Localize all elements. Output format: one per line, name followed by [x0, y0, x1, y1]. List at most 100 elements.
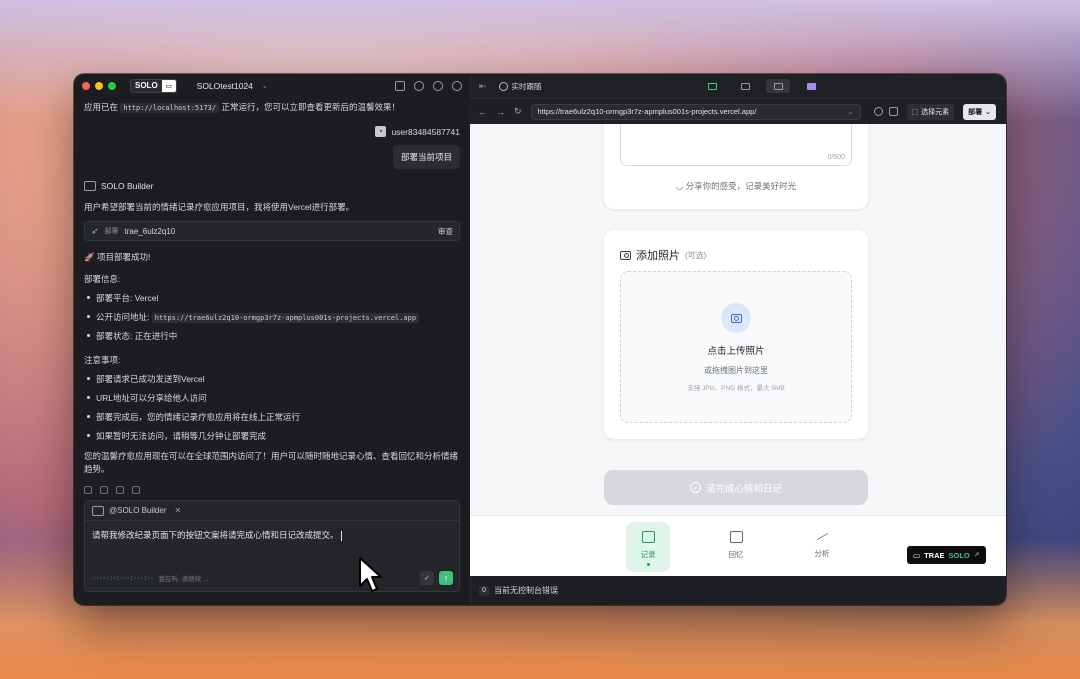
app-bottom-nav: 记录 回忆 分析 ▭ TRAE SOLO ↗	[470, 515, 1006, 576]
voice-waveform: ·····:·:···:···:··	[92, 574, 154, 582]
window-controls	[82, 82, 116, 90]
project-selector[interactable]: SOLOtest1024	[197, 81, 253, 91]
upload-camera-icon	[721, 303, 751, 333]
editor-view-tab[interactable]	[733, 79, 757, 93]
composer-input[interactable]: 请帮我修改纪录页面下的按钮文案将请完成心情和日记改成提交。	[85, 521, 459, 549]
compass-icon[interactable]	[873, 107, 883, 116]
title-bar: SOLO ▭ SOLOtest1024 ⌄	[74, 74, 470, 98]
list-item: 部署请求已成功发送到Vercel	[84, 373, 460, 385]
cursor-icon: ⬚	[911, 108, 919, 116]
browser-panel: ⇤ 实时跟随 ← → ↻ https://trae6ulz2q10-ormgp3…	[470, 74, 1006, 605]
retry-icon[interactable]	[100, 486, 108, 494]
system-text-suffix: 正常运行，您可以立即查看更新后的温馨效果！	[221, 102, 400, 112]
minimize-window-button[interactable]	[95, 82, 103, 90]
send-button[interactable]: ↑	[439, 571, 453, 585]
trae-solo-badge[interactable]: ▭ TRAE SOLO ↗	[907, 546, 986, 564]
forward-icon[interactable]: →	[496, 107, 505, 117]
browser-tools	[873, 107, 898, 116]
diary-card: 0/500 ◡ 分享你的感受，记录美好时光	[604, 124, 868, 209]
builder-avatar-icon	[84, 181, 96, 191]
list-item: 部署状态: 正在进行中	[84, 330, 460, 342]
nav-analysis-label: 分析	[814, 549, 830, 558]
photo-dropzone[interactable]: 点击上传照片 或拖拽图片到这里 支持 JPG、PNG 格式，最大 5MB	[620, 271, 852, 423]
browser-nav-bar: ← → ↻ https://trae6ulz2q10-ormgp3r7z-apm…	[470, 98, 1006, 124]
back-icon[interactable]: ←	[478, 107, 487, 117]
list-item: 部署完成后，您的情绪记录疗愈应用将在线上正常运行	[84, 411, 460, 423]
nav-analysis[interactable]: 分析	[800, 522, 844, 572]
account-icon[interactable]	[452, 81, 462, 91]
agent-mention[interactable]: @SOLO Builder	[109, 506, 166, 515]
char-counter: 0/500	[827, 154, 845, 161]
new-chat-icon[interactable]	[395, 81, 405, 91]
nav-memory-label: 回忆	[728, 550, 744, 559]
closing-message: 您的温馨疗愈应用现在可以在全球范围内访问了！用户可以随时随地记录心情、查看回忆和…	[84, 451, 459, 474]
nav-record-label: 记录	[640, 550, 656, 559]
deploy-label: 部署	[968, 108, 983, 116]
share-hint: ◡ 分享你的感受，记录美好时光	[604, 180, 868, 192]
success-line: 🚀 项目部署成功!	[84, 252, 151, 262]
user-name: user83484587741	[391, 126, 460, 137]
upload-hint: 支持 JPG、PNG 格式，最大 5MB	[687, 385, 785, 392]
select-element-label: 选择元素	[921, 108, 950, 116]
message-composer[interactable]: @SOLO Builder ✕ 请帮我修改纪录页面下的按钮文案将请完成心情和日记…	[84, 500, 460, 592]
deploy-button[interactable]: 部署 ⌄	[963, 103, 997, 120]
user-avatar-icon: ▪	[375, 126, 387, 137]
tools-icon[interactable]: ✕	[174, 506, 181, 515]
submit-button[interactable]: ✓ 请完成心情和日记	[604, 470, 868, 505]
thumbs-up-icon[interactable]	[116, 486, 124, 494]
terminal-view-tab[interactable]	[700, 79, 724, 93]
check-circle-icon: ✓	[689, 482, 701, 493]
public-url[interactable]: https://trae6ulz2q10-ormgp3r7z-apmplus00…	[151, 313, 420, 323]
rocket-icon: ➶	[91, 225, 99, 236]
reload-icon[interactable]: ↻	[514, 106, 522, 117]
chevron-down-icon[interactable]: ⌄	[848, 108, 854, 116]
message-actions	[84, 486, 460, 494]
collapse-panel-icon[interactable]: ⇤	[479, 81, 487, 92]
docs-view-tab[interactable]	[799, 79, 823, 93]
solo-label: SOLO	[131, 80, 162, 92]
thumbs-down-icon[interactable]	[132, 486, 140, 494]
chevron-down-icon: ⌄	[985, 108, 992, 116]
browser-view-tab[interactable]	[766, 79, 790, 93]
nav-memory[interactable]: 回忆	[714, 522, 758, 572]
close-window-button[interactable]	[82, 82, 90, 90]
url-text: https://trae6ulz2q10-ormgp3r7z-apmplus00…	[537, 107, 757, 116]
live-follow-icon	[498, 81, 508, 91]
user-header: ▪ user83484587741	[84, 126, 460, 137]
deploy-tool-card[interactable]: ➶ 部署 trae_6ulz2q10 审查	[84, 221, 460, 241]
review-button[interactable]: 审查	[438, 226, 453, 237]
web-preview: 0/500 ◡ 分享你的感受，记录美好时光 添加照片 (可选) 点击上传照片 或…	[470, 124, 1006, 515]
chevron-down-icon[interactable]: ⌄	[262, 82, 268, 90]
check-icon[interactable]: ✓	[420, 571, 434, 585]
select-element-button[interactable]: ⬚ 选择元素	[906, 103, 955, 120]
preview-toolbar: ⇤ 实时跟随	[470, 74, 1006, 98]
active-dot	[646, 563, 650, 566]
info-title: 部署信息:	[84, 274, 121, 284]
live-follow-toggle[interactable]: 实时跟随	[498, 81, 542, 92]
device-icon[interactable]	[888, 107, 898, 116]
calendar-icon	[729, 531, 743, 543]
listening-label: 我在听, 请继续 ...	[158, 576, 209, 583]
history-icon[interactable]	[414, 81, 424, 91]
solo-mode-badge[interactable]: SOLO ▭	[130, 79, 177, 93]
deploy-tag: 部署	[104, 228, 119, 235]
builder-name: SOLO Builder	[101, 181, 154, 191]
solo-terminal-icon: ▭	[161, 80, 176, 92]
console-status-bar[interactable]: 0 当前无控制台错误	[470, 576, 1006, 605]
localhost-url[interactable]: http://localhost:5173/	[120, 103, 220, 113]
settings-icon[interactable]	[433, 81, 443, 91]
user-message-bubble: 部署当前项目	[392, 145, 460, 169]
zoom-window-button[interactable]	[108, 82, 116, 90]
info-list: 部署平台: Vercel 公开访问地址: https://trae6ulz2q1…	[84, 292, 460, 342]
title-actions	[395, 81, 462, 91]
smile-icon: ◡	[675, 181, 684, 191]
chat-thread: 应用已在 http://localhost:5173/ 正常运行，您可以立即查看…	[74, 98, 470, 494]
diary-textarea[interactable]: 0/500	[620, 124, 852, 166]
photo-header: 添加照片 (可选)	[620, 247, 706, 263]
builder-header: SOLO Builder	[84, 181, 460, 191]
nav-record[interactable]: 记录	[626, 522, 670, 572]
composer-footer: ·····:·:···:···:·· 我在听, 请继续 ... ✓ ↑	[92, 571, 453, 585]
url-bar[interactable]: https://trae6ulz2q10-ormgp3r7z-apmplus00…	[530, 103, 861, 120]
photo-optional: (可选)	[685, 250, 707, 260]
copy-icon[interactable]	[84, 486, 92, 494]
